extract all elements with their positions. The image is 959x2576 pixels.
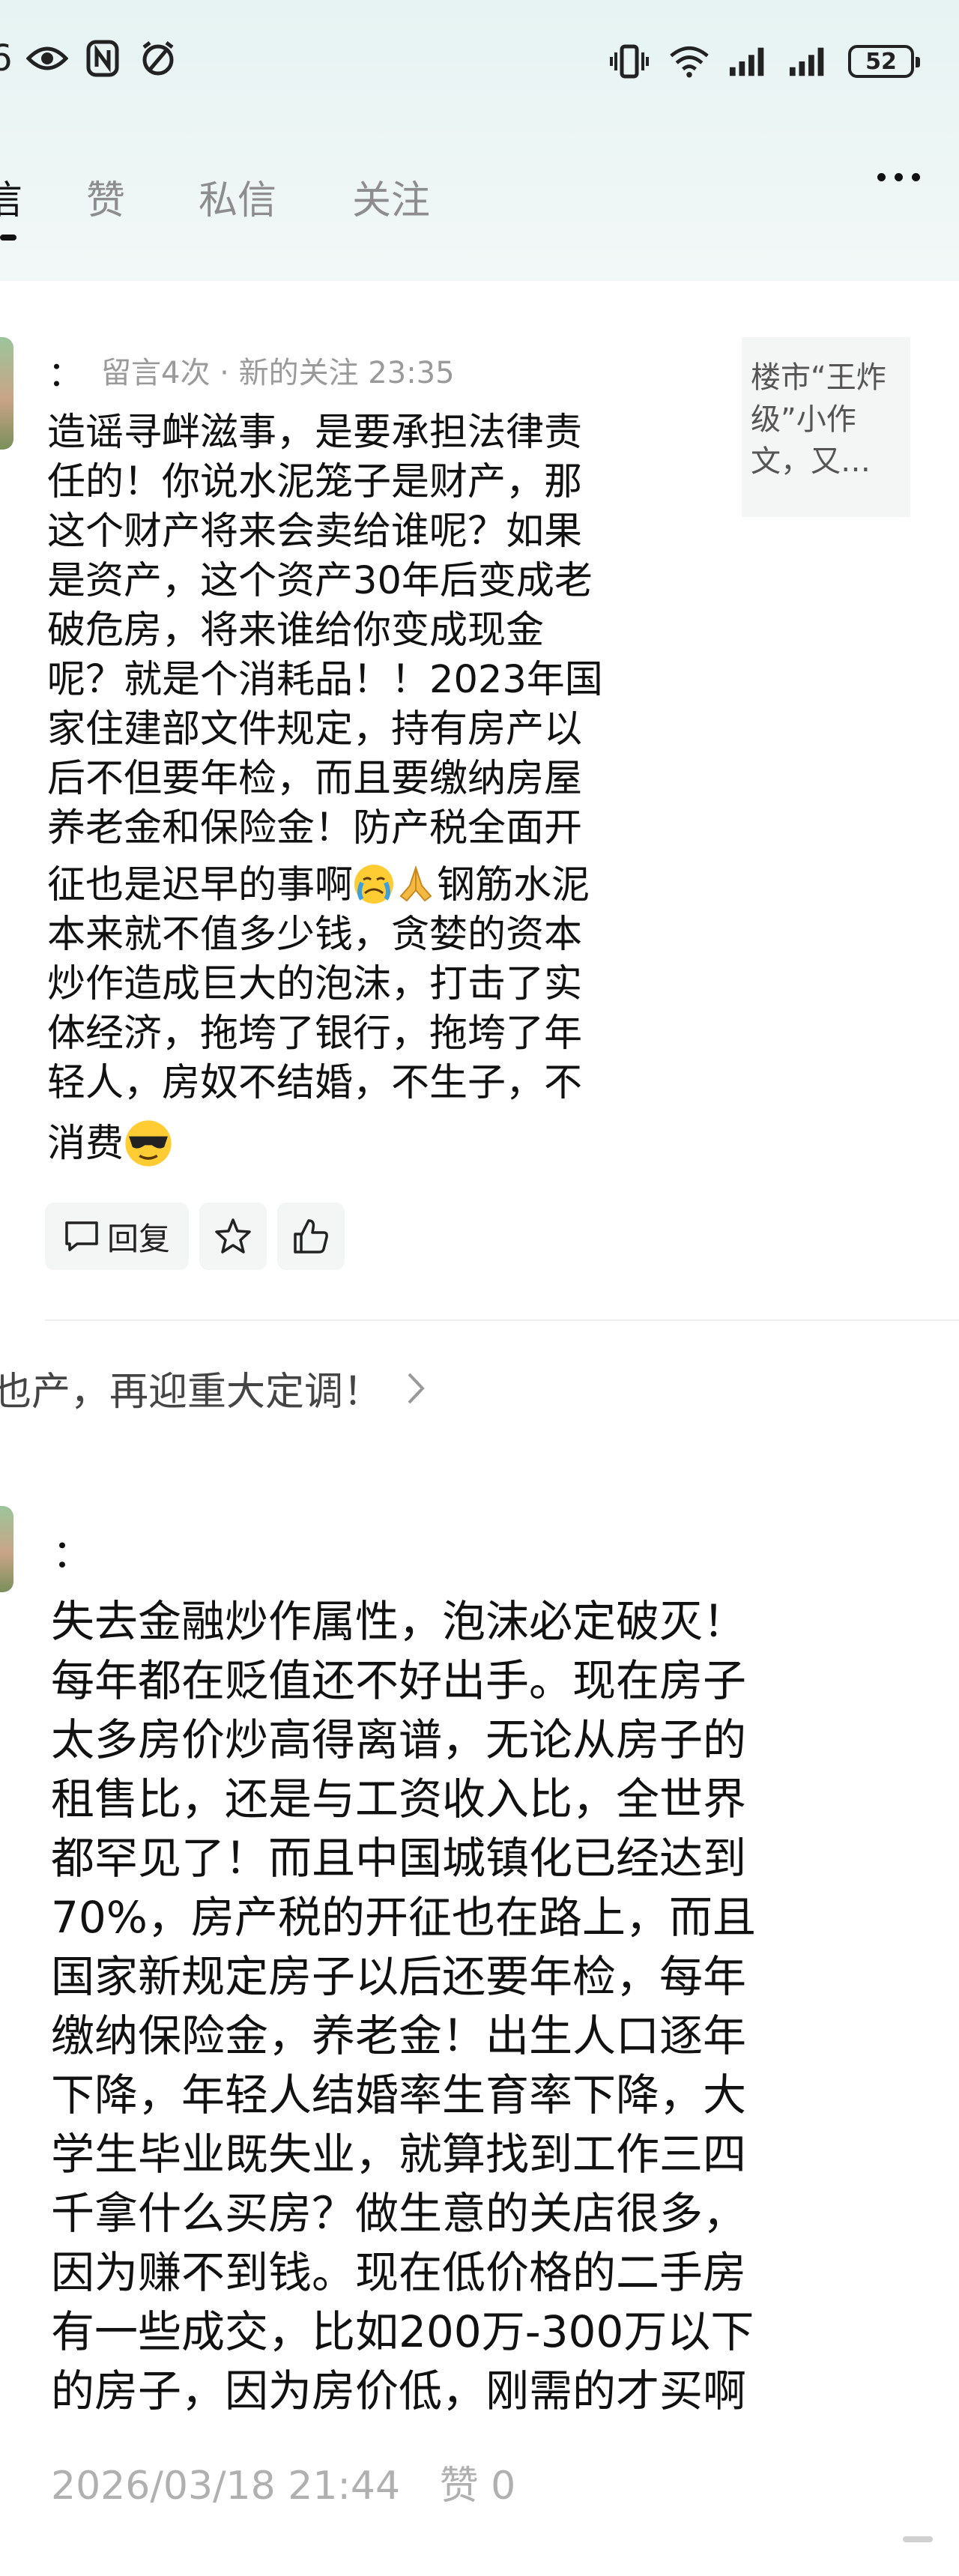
praying-hands-icon <box>399 865 432 902</box>
message-body: 造谣寻衅滋事，是要承担法律责 任的！你说水泥笼子是财产，那 这个财产将来会卖给谁… <box>47 408 692 1169</box>
body-line: 因为赚不到钱。现在低价格的二手房 <box>51 2247 747 2298</box>
body-line: 70%，房产税的开征也在路上，而且 <box>51 1892 756 1943</box>
body-line: 每年都在贬值还不好出手。现在房子 <box>51 1655 747 1706</box>
body-line: 千拿什么买房？做生意的关店很多， <box>51 2188 747 2239</box>
home-indicator <box>903 2536 933 2542</box>
like-count[interactable]: 赞 0 <box>440 2464 516 2509</box>
header-area: 6 52 信 赞 私信 关注 <box>0 0 959 281</box>
message-actions: 回复 <box>45 1203 345 1270</box>
sender-name[interactable]: ： <box>52 1523 91 1579</box>
body-line: 的房子，因为房价低，刚需的才买啊 <box>51 2365 747 2416</box>
signal-icon <box>788 40 830 82</box>
body-line: 这个财产将来会卖给谁呢？如果 <box>47 510 583 554</box>
signal-icon <box>728 40 770 82</box>
status-left: 6 <box>0 37 179 79</box>
avatar[interactable] <box>0 337 13 450</box>
body-line: 国家新规定房子以后还要年检，每年 <box>51 1951 747 2002</box>
body-line: 呢？就是个消耗品！！2023年国 <box>47 658 603 702</box>
body-line: 后不但要年检，而且要缴纳房屋 <box>47 757 583 801</box>
body-line: 轻人，房奴不结婚，不生子，不 <box>47 1061 583 1105</box>
more-icon[interactable] <box>877 173 920 181</box>
alarm-icon <box>137 37 179 79</box>
body-line: 缴纳保险金，养老金！出生人口逐年 <box>51 2010 747 2061</box>
tab-likes[interactable]: 赞 <box>86 169 125 225</box>
tab-private-messages[interactable]: 私信 <box>199 169 276 225</box>
body-line: 消费 <box>47 1119 692 1169</box>
reply-button[interactable]: 回复 <box>45 1203 189 1270</box>
body-line: 都罕见了！而且中国城镇化已经达到 <box>51 1833 747 1884</box>
eye-icon <box>25 37 68 79</box>
article-link[interactable]: 也产，再迎重大定调！ <box>0 1360 427 1416</box>
body-line: 是资产，这个资产30年后变成老 <box>47 559 593 603</box>
body-line: 任的！你说水泥笼子是财产，那 <box>47 460 583 504</box>
body-line: 学生毕业既失业，就算找到工作三四 <box>51 2129 747 2180</box>
crying-face-icon <box>354 865 394 904</box>
message-card: ： 留言4次 · 新的关注 23:35 造谣寻衅滋事，是要承担法律责 任的！你说… <box>0 281 959 1321</box>
battery-indicator: 52 <box>848 45 920 78</box>
thumbs-up-icon <box>294 1219 328 1254</box>
nfc-icon <box>82 37 124 79</box>
tab-follows[interactable]: 关注 <box>352 169 430 225</box>
body-text: 征也是迟早的事啊 <box>47 863 354 907</box>
comment-icon <box>65 1221 98 1251</box>
avatar[interactable] <box>0 1506 13 1592</box>
quote-line: 文，又… <box>751 444 871 479</box>
body-line: 家住建部文件规定，持有房产以 <box>47 707 583 752</box>
article-title: 也产，再迎重大定调！ <box>0 1370 383 1415</box>
body-line: 造谣寻衅滋事，是要承担法律责 <box>47 411 583 455</box>
like-button[interactable] <box>277 1203 345 1270</box>
tab-messages[interactable]: 信 <box>0 169 22 225</box>
message-body: 失去金融炒作属性，泡沫必定破灭！ 每年都在贬值还不好出手。现在房子 太多房价炒高… <box>51 1592 920 2421</box>
body-line: 有一些成交，比如200万-300万以下 <box>51 2306 754 2357</box>
tab-bar: 信 赞 私信 关注 <box>0 169 959 241</box>
body-line: 租售比，还是与工资收入比，全世界 <box>51 1774 747 1824</box>
active-tab-indicator <box>0 235 16 241</box>
body-line: 失去金融炒作属性，泡沫必定破灭！ <box>51 1596 747 1647</box>
chevron-right-icon <box>408 1373 425 1403</box>
sender-name[interactable]: ： <box>48 347 82 396</box>
body-text: 消费 <box>47 1122 124 1166</box>
favorite-button[interactable] <box>199 1203 267 1270</box>
body-line: 体经济，拖垮了银行，拖垮了年 <box>47 1012 583 1056</box>
body-line: 太多房价炒高得离谱，无论从房子的 <box>51 1714 747 1765</box>
wifi-icon <box>668 40 710 82</box>
body-line: 本来就不值多少钱，贪婪的资本 <box>47 913 583 957</box>
body-line: 炒作造成巨大的泡沫，打击了实 <box>47 962 583 1006</box>
star-icon <box>215 1218 251 1254</box>
sunglasses-face-icon <box>125 1120 172 1167</box>
quote-line: 楼市“王炸 <box>751 360 886 395</box>
message-meta: 留言4次 · 新的关注 23:35 <box>101 356 455 390</box>
vibrate-icon <box>608 40 650 82</box>
body-line: 征也是迟早的事啊 钢筋水泥 <box>47 861 692 910</box>
reply-label: 回复 <box>106 1220 170 1257</box>
body-line: 破危房，将来谁给你变成现金 <box>47 608 545 653</box>
status-right: 52 <box>608 40 920 82</box>
timestamp: 2026/03/18 21:44 <box>51 2464 401 2509</box>
body-text: 钢筋水泥 <box>437 863 590 907</box>
status-time: 6 <box>0 37 13 79</box>
body-line: 下降，年轻人结婚率生育率下降，大 <box>51 2069 747 2120</box>
body-line: 养老金和保险金！防产税全面开 <box>47 806 583 850</box>
divider <box>45 1319 959 1321</box>
message-footer: 2026/03/18 21:44 赞 0 <box>51 2454 515 2510</box>
quoted-article-preview[interactable]: 楼市“王炸 级”小作 文，又… <box>742 337 910 517</box>
quote-line: 级”小作 <box>751 402 856 437</box>
status-bar: 6 52 <box>0 30 959 97</box>
